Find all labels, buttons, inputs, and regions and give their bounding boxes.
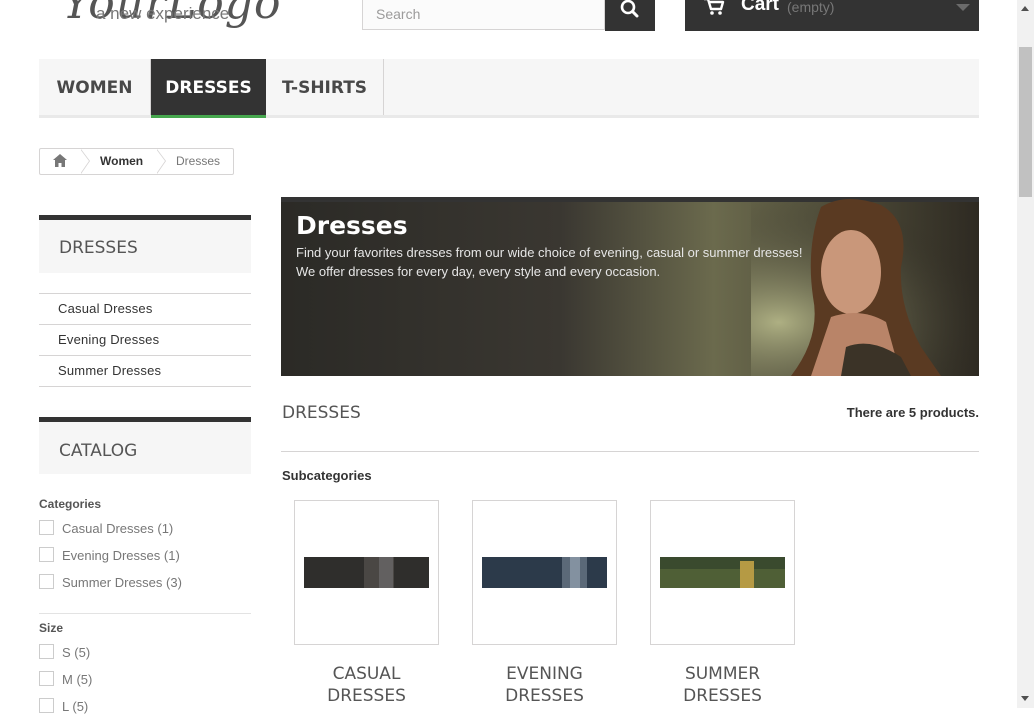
subcategory-name-line: SUMMER	[684, 664, 761, 684]
subcategory-image-evening[interactable]	[472, 500, 617, 645]
cart-button[interactable]: Cart (empty)	[685, 0, 979, 31]
filter-label: L (5)	[62, 699, 89, 714]
home-icon	[53, 154, 67, 167]
subcategories-title: Subcategories	[282, 468, 372, 483]
breadcrumb-separator	[80, 149, 90, 174]
category-banner: Dresses Find your favorites dresses from…	[281, 197, 979, 376]
heading-divider	[281, 451, 979, 452]
subcategory-image-summer[interactable]	[650, 500, 795, 645]
caret-down-icon	[956, 4, 970, 11]
filter-label: Summer Dresses (3)	[62, 575, 182, 590]
subcategory-name-line: DRESSES	[327, 686, 406, 706]
subcategory-name-casual[interactable]: CASUAL DRESSES	[294, 663, 439, 707]
filter-label: Casual Dresses (1)	[62, 521, 174, 536]
subcategory-name-evening[interactable]: EVENING DRESSES	[472, 663, 617, 707]
breadcrumb-dresses: Dresses	[176, 154, 221, 168]
subcategory-name-line: EVENING	[506, 664, 583, 684]
search-box	[362, 0, 605, 30]
filter-label: Evening Dresses (1)	[62, 548, 180, 563]
scroll-up-arrow[interactable]	[1021, 6, 1029, 11]
checkbox[interactable]	[39, 698, 54, 713]
dresses-block-title: DRESSES	[39, 215, 251, 273]
filter-divider	[39, 613, 251, 614]
subcategory-name-summer[interactable]: SUMMER DRESSES	[650, 663, 795, 707]
banner-model-image	[751, 197, 979, 376]
subcategory-name-line: DRESSES	[683, 686, 762, 706]
sidebar-item-casual-dresses[interactable]: Casual Dresses	[39, 293, 251, 324]
subcategory-thumbnail	[660, 557, 785, 588]
cart-status: (empty)	[787, 0, 835, 15]
menu-item-tshirts[interactable]: T-SHIRTS	[266, 59, 384, 115]
subcategory-thumbnail	[482, 557, 607, 588]
dresses-subcategory-list: Casual Dresses Evening Dresses Summer Dr…	[39, 293, 251, 387]
search-button[interactable]	[605, 0, 655, 31]
cart-label: Cart	[741, 0, 780, 15]
search-icon	[620, 0, 639, 18]
breadcrumb-women[interactable]: Women	[100, 154, 143, 168]
banner-line-1: Find your favorites dresses from our wid…	[296, 245, 803, 260]
filter-size-title: Size	[39, 621, 64, 635]
checkbox[interactable]	[39, 547, 54, 562]
filter-label: S (5)	[62, 645, 91, 660]
sidebar-item-summer-dresses[interactable]: Summer Dresses	[39, 355, 251, 387]
filter-label: M (5)	[62, 672, 93, 687]
cart-icon	[704, 0, 725, 15]
breadcrumb-separator	[156, 149, 166, 174]
scroll-thumb[interactable]	[1019, 47, 1032, 197]
menu-item-dresses[interactable]: DRESSES	[151, 59, 266, 118]
scroll-down-arrow[interactable]	[1021, 696, 1029, 701]
banner-description: Find your favorites dresses from our wid…	[296, 243, 816, 281]
subcategory-name-line: DRESSES	[505, 686, 584, 706]
banner-line-2: We offer dresses for every day, every st…	[296, 264, 661, 279]
catalog-block-title: CATALOG	[39, 417, 251, 474]
page-scrollbar[interactable]	[1017, 0, 1034, 708]
sidebar-item-evening-dresses[interactable]: Evening Dresses	[39, 324, 251, 355]
category-heading: DRESSES	[282, 403, 361, 423]
menu-item-women[interactable]: WOMEN	[39, 59, 151, 115]
product-count: There are 5 products.	[846, 405, 979, 420]
banner-title: Dresses	[296, 211, 408, 240]
checkbox[interactable]	[39, 671, 54, 686]
search-input[interactable]	[363, 0, 604, 29]
breadcrumb-home[interactable]	[40, 149, 80, 174]
top-menu: WOMEN DRESSES T-SHIRTS	[39, 59, 979, 118]
checkbox[interactable]	[39, 520, 54, 535]
filter-categories-title: Categories	[39, 497, 102, 511]
logo-tagline: a new experience	[96, 4, 230, 23]
checkbox[interactable]	[39, 574, 54, 589]
subcategory-image-casual[interactable]	[294, 500, 439, 645]
breadcrumb: Women Dresses	[39, 148, 234, 175]
checkbox[interactable]	[39, 644, 54, 659]
subcategory-thumbnail	[304, 557, 429, 588]
subcategory-name-line: CASUAL	[332, 664, 401, 684]
